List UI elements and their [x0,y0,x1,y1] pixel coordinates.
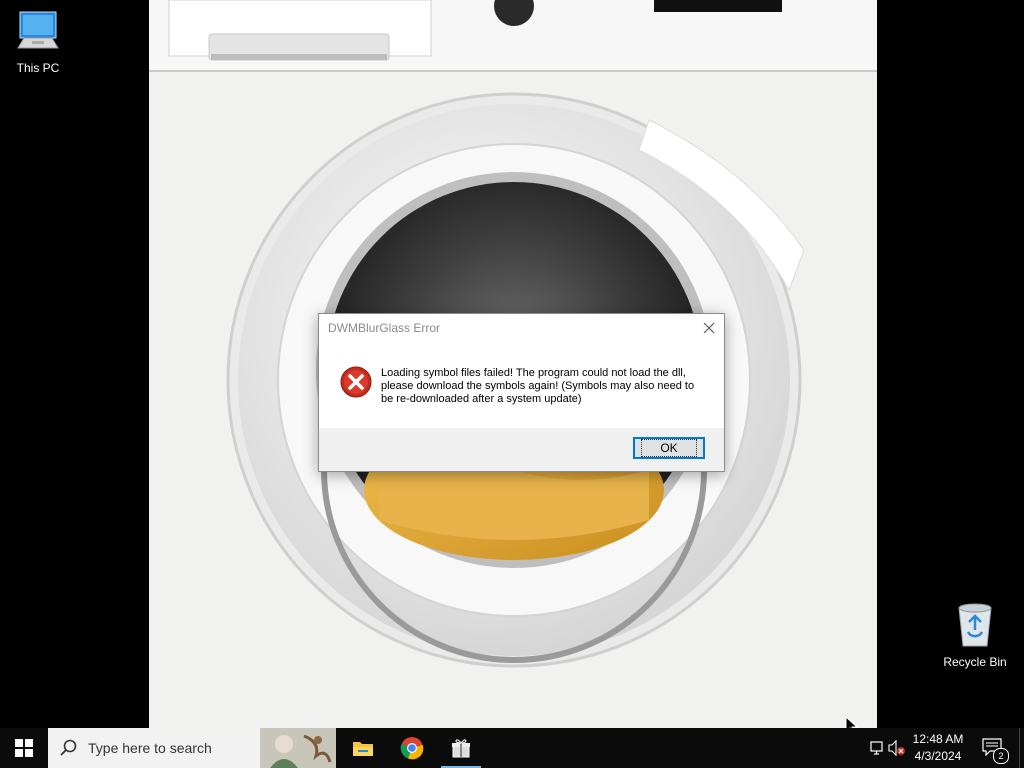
desktop-icon-label: This PC [16,61,60,75]
clock-time: 12:48 AM [912,732,964,746]
start-button[interactable] [0,728,48,768]
search-highlight-illustration [260,728,336,768]
folder-icon [353,742,373,756]
ok-button-label: OK [641,439,697,457]
gift-icon [452,739,470,758]
desktop-icon-this-pc[interactable]: This PC [0,8,76,75]
desktop-icon-recycle-bin[interactable]: Recycle Bin [937,602,1013,669]
computer-icon [17,11,59,49]
dialog-body: Loading symbol files failed! The program… [319,342,724,428]
ok-button[interactable]: OK [633,437,705,459]
desktop-icon-label: Recycle Bin [943,655,1007,669]
clock-date: 4/3/2024 [914,749,962,763]
error-icon [340,366,372,398]
dialog-title: DWMBlurGlass Error [328,321,441,335]
dialog-footer: OK [319,428,724,471]
windows-logo-icon [15,739,33,757]
taskbar-chrome[interactable] [388,728,436,768]
taskbar-clock[interactable]: 12:48 AM 4/3/2024 [906,731,970,765]
close-button[interactable] [698,317,720,339]
volume-muted-icon[interactable] [888,740,906,756]
taskbar-file-explorer[interactable] [339,728,387,768]
dialog-titlebar[interactable]: DWMBlurGlass Error [319,314,724,342]
network-icon[interactable] [868,740,884,756]
taskbar: Type here to search 2 12:48 AM 4/3/2024 [0,728,1024,768]
notification-count-badge: 2 [993,748,1009,764]
recycle-bin-icon [958,603,992,647]
dialog-message: Loading symbol files failed! The program… [381,367,695,405]
search-icon [60,739,77,756]
taskbar-search-box[interactable]: Type here to search [48,728,336,768]
error-dialog: DWMBlurGlass Error Loading symbol files … [318,313,725,472]
chrome-icon [400,737,424,760]
search-placeholder: Type here to search [88,740,212,756]
close-icon [703,322,715,334]
taskbar-dwmblurglass[interactable] [437,728,485,768]
show-desktop-button[interactable] [1019,728,1024,768]
